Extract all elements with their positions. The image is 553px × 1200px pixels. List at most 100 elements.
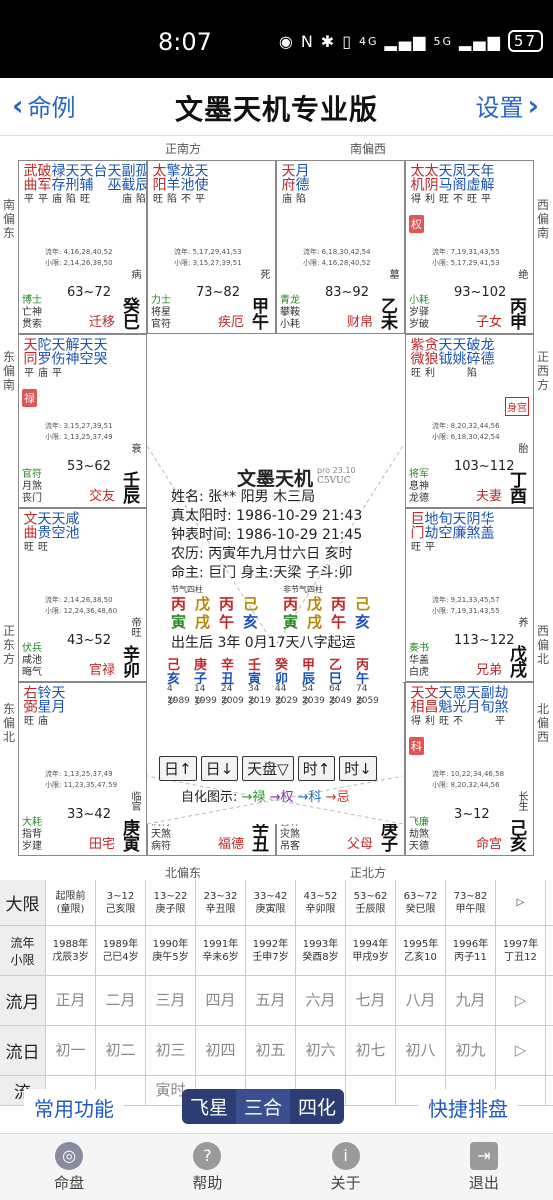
grid-cell[interactable]: 43~52 辛卯限 — [296, 880, 346, 925]
tianpan-select[interactable]: 天盘▽ — [242, 756, 294, 781]
dayun-year: 2039 — [302, 696, 325, 706]
mode-sanhe[interactable]: 三合 — [236, 1089, 291, 1124]
star-name: 天府 — [279, 163, 296, 191]
tab-help[interactable]: ? 帮助 — [138, 1134, 276, 1200]
grid-cell[interactable]: 1991年 辛未6岁 — [196, 926, 246, 975]
bluetooth-icon: ✱ — [320, 31, 337, 51]
pillar-zhi: 亥 — [355, 613, 371, 631]
tab-mingpan[interactable]: ◎ 命盘 — [0, 1134, 138, 1200]
grid-cell[interactable]: ▷ — [496, 976, 546, 1025]
grid-cell[interactable]: 起限前 (童限) — [46, 880, 96, 925]
shensha: 奏书 华盖 白虎 — [409, 643, 429, 679]
palace-xu[interactable]: 巨门旺地劫平旬空 天廉 阴煞 华盖 流年: 9,21,33,45,57 小限: 7,19,… — [405, 508, 534, 682]
palace-hai[interactable]: 天相得文昌利天魁旺恩光不天月 副旬 劫煞平科流年: 10,22,34,46,58 小限… — [405, 682, 534, 856]
eye-icon: ◉ — [278, 31, 295, 51]
shensha-3: 官符 — [151, 319, 171, 330]
star-name: 巨门 — [408, 511, 425, 539]
grid-cell[interactable]: 63~72 癸巳限 — [396, 880, 446, 925]
star-name: 天巫 — [105, 163, 122, 191]
day-up-button[interactable]: 日↑ — [159, 756, 197, 781]
grid-cell[interactable]: 1993年 癸酉8岁 — [296, 926, 346, 975]
star-brightness: 旺 — [24, 716, 34, 727]
palace-chen[interactable]: 天同平陀罗庙天伤平解神 天空 天哭禄流年: 3,15,27,39,51 小限: 1,1… — [18, 334, 147, 508]
info-icon: i — [331, 1141, 360, 1170]
palace-yin[interactable]: 右弼旺铃星庙天月 流年: 1,13,25,37,49 小限: 11,23,35,47… — [18, 682, 147, 856]
grid-cell[interactable]: 初一 — [46, 1026, 96, 1075]
grid-cell[interactable]: 73~82 甲午限 — [446, 880, 496, 925]
grid-cell[interactable]: 3~12 己亥限 — [96, 880, 146, 925]
mode-feixing[interactable]: 飞星 — [182, 1089, 236, 1124]
hour-down-button[interactable]: 时↓ — [339, 756, 377, 781]
settings-button[interactable]: 设置 › — [475, 88, 539, 123]
star: 月德陷 — [294, 163, 310, 207]
grid-cell[interactable]: 1995年 乙亥10 — [396, 926, 446, 975]
ganzhi: 戊戌 — [506, 645, 526, 677]
grid-cell[interactable]: 二月 — [96, 976, 146, 1025]
ganzhi: 辛卯 — [119, 645, 139, 677]
grid-cell[interactable]: 33~42 庚寅限 — [246, 880, 296, 925]
info-line: 农历: 丙寅年九月廿六日 亥时 — [171, 546, 353, 562]
palace-wu[interactable]: 太阳旺擎羊陷龙池不天使平流年: 5,17,29,41,53 小限: 3,15,27… — [147, 160, 276, 334]
tab-about[interactable]: i 关于 — [277, 1134, 415, 1200]
grid-cell[interactable]: 初二 — [96, 1026, 146, 1075]
star-name: 年解 — [478, 163, 495, 191]
common-functions-button[interactable]: 常用功能 — [24, 1089, 124, 1126]
star-name: 破碎 — [464, 337, 481, 365]
grid-cell[interactable]: 1990年 庚午5岁 — [146, 926, 196, 975]
ganzhi: 乙未 — [377, 297, 397, 329]
grid-cell[interactable]: 初七 — [346, 1026, 396, 1075]
star-name: 天贵 — [35, 511, 52, 539]
grid-cell[interactable]: 六月 — [296, 976, 346, 1025]
tab-exit[interactable]: ⇥ 退出 — [415, 1134, 553, 1200]
info-line: 钟表时间: 1986-10-29 21:45 — [171, 527, 363, 543]
grid-cell[interactable]: 七月 — [346, 976, 396, 1025]
grid-cell[interactable]: 初五 — [246, 1026, 296, 1075]
grid-cell[interactable]: 1994年 甲戌9岁 — [346, 926, 396, 975]
grid-cell[interactable]: ▷ — [496, 1026, 546, 1075]
quick-chart-button[interactable]: 快捷排盘 — [418, 1089, 518, 1126]
palace-wei[interactable]: 天府庙月德陷流年: 6,18,30,42,54 小限: 4,16,28,40,52… — [276, 160, 405, 334]
grid-cell[interactable]: 五月 — [246, 976, 296, 1025]
daxian-range: 63~72 — [67, 285, 111, 300]
mode-sihua[interactable]: 四化 — [290, 1089, 344, 1124]
palace-mao[interactable]: 文曲旺天贵旺天空 咸池 流年: 2,14,26,38,50 小限: 12,24,36,… — [18, 508, 147, 682]
palace-shen[interactable]: 太机得太阴利天马旺凤阁不天虚旺年解平权流年: 7,19,31,43,55 小限: … — [405, 160, 534, 334]
grid-cell[interactable]: 九月 — [446, 976, 496, 1025]
grid-cell[interactable]: 53~62 壬辰限 — [346, 880, 396, 925]
day-down-button[interactable]: 日↓ — [200, 756, 239, 781]
grid-cell[interactable]: 23~32 辛丑限 — [196, 880, 246, 925]
shensha-2: 华盖 — [409, 655, 429, 666]
shensha-1: 博士 — [22, 295, 42, 306]
star-name: 龙德 — [478, 337, 495, 365]
star: 天月 — [465, 685, 481, 729]
palace-you[interactable]: 紫微旺贪狼利天钺 天姚 破碎陷龙德 身宫 流年: 8,20,32,44,56 小限: 6,… — [405, 334, 534, 508]
grid-cell[interactable]: 1997年 丁丑12 — [496, 926, 546, 975]
hour-up-button[interactable]: 时↑ — [297, 756, 336, 781]
grid-cell[interactable]: 1992年 壬申7岁 — [246, 926, 296, 975]
star-list: 武曲平破军平禄存庙天刑陷天辅旺台天巫 副截庙孤辰陷 — [22, 163, 147, 207]
grid-cell[interactable]: 1988年 戊辰3岁 — [46, 926, 96, 975]
star-name: 铃星 — [35, 685, 52, 713]
xiao-xian: 小限: 7,19,31,43,55 — [432, 607, 500, 615]
chevron-right-icon: › — [527, 89, 539, 122]
grid-cell[interactable]: 三月 — [146, 976, 196, 1025]
grid-cell[interactable]: 四月 — [196, 976, 246, 1025]
star-list: 巨门旺地劫平旬空 天廉 阴煞 华盖 — [408, 511, 495, 555]
grid-cell[interactable]: 初四 — [196, 1026, 246, 1075]
changsheng-state: 帝旺 — [129, 617, 140, 637]
grid-cell[interactable]: ▷ — [496, 880, 546, 925]
grid-cell[interactable]: 初八 — [396, 1026, 446, 1075]
ganzhi: 庚寅 — [119, 819, 139, 851]
grid-cell[interactable]: 八月 — [396, 976, 446, 1025]
grid-cell[interactable]: 正月 — [46, 976, 96, 1025]
star: 孤辰陷 — [134, 163, 147, 207]
grid-cell[interactable]: 初三 — [146, 1026, 196, 1075]
grid-cell[interactable]: 13~22 庚子限 — [146, 880, 196, 925]
grid-cell[interactable]: 初九 — [446, 1026, 496, 1075]
grid-cell[interactable]: 1989年 己巳4岁 — [96, 926, 146, 975]
star-name: 天空 — [77, 337, 94, 365]
palace-si[interactable]: 武曲平破军平禄存庙天刑陷天辅旺台天巫 副截庙孤辰陷流年: 4,16,28,40,5… — [18, 160, 147, 334]
grid-cell[interactable]: 1996年 丙子11 — [446, 926, 496, 975]
shensha-1: 青龙 — [280, 295, 300, 306]
grid-cell[interactable]: 初六 — [296, 1026, 346, 1075]
